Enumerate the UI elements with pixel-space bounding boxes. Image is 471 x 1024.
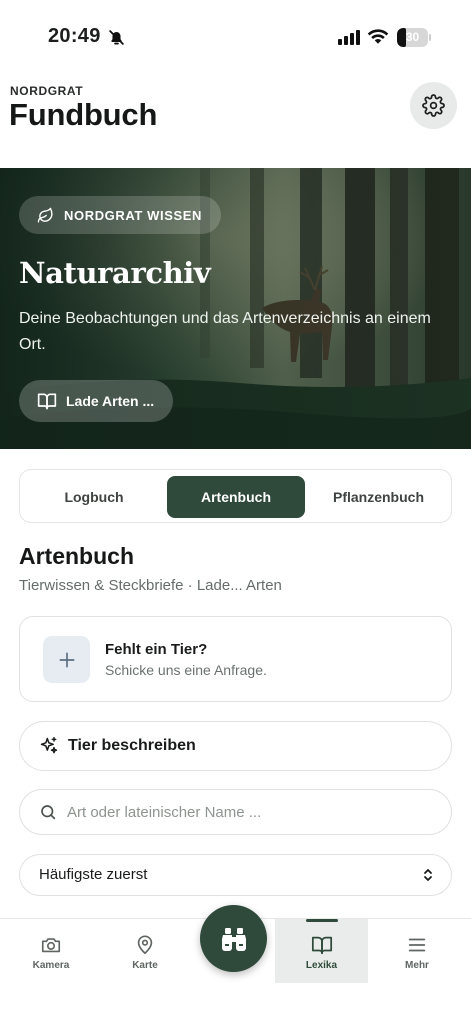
request-card-title: Fehlt ein Tier? bbox=[105, 641, 208, 658]
battery-level: 30 bbox=[405, 30, 420, 44]
app-eyebrow: NORDGRAT bbox=[10, 84, 84, 98]
hero-chip-label: NORDGRAT WISSEN bbox=[64, 207, 203, 223]
nav-item-lexika[interactable]: Lexika bbox=[275, 919, 368, 983]
gear-icon bbox=[422, 94, 445, 117]
hero-banner: NORDGRAT WISSEN Naturarchiv Deine Beobac… bbox=[0, 168, 471, 449]
request-card-subtitle: Schicke uns eine Anfrage. bbox=[105, 662, 267, 678]
describe-animal-button[interactable]: Tier beschreiben bbox=[19, 721, 452, 771]
tab-logbuch[interactable]: Logbuch bbox=[26, 476, 162, 518]
sort-select[interactable]: Häufigste zuerst bbox=[19, 854, 452, 896]
page-title: Fundbuch bbox=[9, 97, 158, 132]
hero-title: Naturarchiv bbox=[19, 256, 211, 290]
tab-pflanzenbuch[interactable]: Pflanzenbuch bbox=[310, 476, 447, 518]
sort-selected-label: Häufigste zuerst bbox=[39, 866, 148, 883]
bell-off-icon bbox=[109, 30, 124, 45]
camera-icon bbox=[41, 938, 61, 953]
hero-description: Deine Beobachtungen und das Artenverzeic… bbox=[19, 310, 431, 353]
chevron-updown-icon bbox=[424, 869, 432, 881]
hero-chip: NORDGRAT WISSEN bbox=[19, 196, 222, 234]
search-input[interactable] bbox=[67, 803, 427, 821]
status-time: 20:49 bbox=[48, 25, 101, 47]
leaf-icon bbox=[37, 207, 53, 223]
section-title: Artenbuch bbox=[19, 543, 134, 569]
search-field[interactable] bbox=[19, 789, 452, 835]
battery-tip bbox=[429, 34, 431, 41]
search-icon bbox=[41, 805, 56, 820]
book-open-icon bbox=[37, 393, 57, 410]
binoculars-icon bbox=[221, 927, 246, 951]
nav-label-mehr: Mehr bbox=[405, 960, 429, 971]
plus-icon bbox=[59, 652, 74, 667]
segmented-tabs: Logbuch Artenbuch Pflanzenbuch bbox=[19, 469, 452, 523]
describe-animal-label: Tier beschreiben bbox=[68, 737, 196, 754]
battery-icon: 30 bbox=[397, 28, 428, 47]
nav-label-karte: Karte bbox=[132, 960, 158, 971]
nav-label-lexika: Lexika bbox=[305, 960, 338, 971]
request-animal-card[interactable]: Fehlt ein Tier? Schicke uns eine Anfrage… bbox=[19, 616, 452, 702]
load-species-label: Lade Arten ... bbox=[66, 393, 155, 409]
status-bar: 20:49 30 bbox=[0, 0, 471, 74]
settings-button[interactable] bbox=[410, 82, 457, 129]
map-pin-icon bbox=[137, 935, 153, 955]
add-request-button[interactable] bbox=[43, 636, 90, 683]
nav-label-kamera: Kamera bbox=[32, 960, 70, 971]
nav-active-indicator bbox=[306, 919, 338, 922]
tab-artenbuch[interactable]: Artenbuch bbox=[167, 476, 305, 518]
sparkles-icon bbox=[40, 736, 58, 754]
nav-item-karte[interactable]: Karte bbox=[114, 919, 176, 983]
load-species-button[interactable]: Lade Arten ... bbox=[19, 380, 174, 422]
signal-icon bbox=[338, 30, 360, 45]
book-icon bbox=[311, 936, 332, 955]
binoculars-button[interactable] bbox=[200, 905, 267, 972]
wifi-icon bbox=[367, 29, 389, 44]
section-subtitle: Tierwissen & Steckbriefe · Lade... Arten bbox=[19, 577, 282, 594]
menu-icon bbox=[408, 938, 426, 952]
nav-item-kamera[interactable]: Kamera bbox=[20, 919, 82, 983]
nav-item-mehr[interactable]: Mehr bbox=[386, 919, 448, 983]
